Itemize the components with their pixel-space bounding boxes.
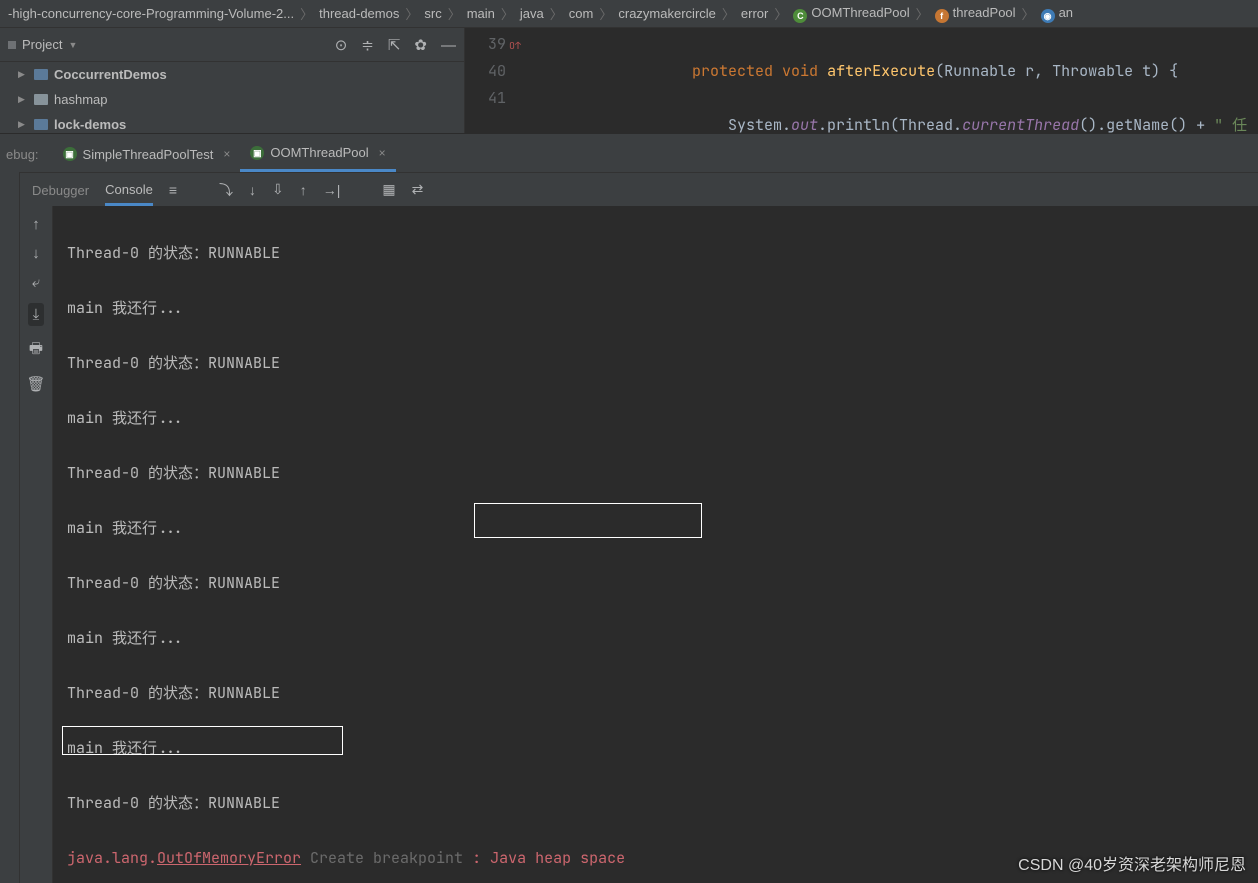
tab-label: OOMThreadPool xyxy=(270,145,368,160)
step-into-icon[interactable]: ↓ xyxy=(249,182,256,198)
chevron-right-icon: ▶ xyxy=(18,94,28,105)
breadcrumb-item[interactable]: error xyxy=(737,6,772,21)
chevron-right-icon: 〉 xyxy=(914,4,931,23)
breadcrumb-item[interactable]: main xyxy=(463,6,499,21)
soft-wrap-icon[interactable]: ⤶ xyxy=(32,274,40,291)
threads-icon[interactable]: ≡ xyxy=(169,182,177,198)
breadcrumb-item[interactable]: src xyxy=(420,6,445,21)
watermark: CSDN @40岁资深老架构师尼恩 xyxy=(1018,851,1246,875)
breadcrumb-bar: -high-concurrency-core-Programming-Volum… xyxy=(0,0,1258,28)
debug-config-tab[interactable]: ▣ SimpleThreadPoolTest × xyxy=(53,136,241,172)
step-over-icon[interactable]: ⤵ xyxy=(219,180,233,200)
tree-item-label: CoccurrentDemos xyxy=(54,67,167,82)
chevron-right-icon: 〉 xyxy=(772,4,789,23)
run-to-cursor-icon[interactable]: →| xyxy=(323,182,341,198)
chevron-right-icon: 〉 xyxy=(720,4,737,23)
step-out-icon[interactable]: ↑ xyxy=(300,182,307,198)
chevron-right-icon: 〉 xyxy=(403,4,420,23)
run-config-icon: ▣ xyxy=(250,146,264,160)
breadcrumb-field[interactable]: fthreadPool xyxy=(931,5,1020,23)
hide-icon[interactable]: — xyxy=(441,37,456,54)
tab-label: SimpleThreadPoolTest xyxy=(83,147,214,162)
tree-item[interactable]: ▶ CoccurrentDemos xyxy=(4,62,464,87)
chevron-right-icon: 〉 xyxy=(548,4,565,23)
debug-tool-window: ebug: ▣ SimpleThreadPoolTest × ▣ OOMThreadP… xyxy=(0,134,1258,883)
folder-icon xyxy=(34,94,48,105)
settings-icon[interactable]: ✿ xyxy=(414,36,427,54)
chevron-right-icon: 〉 xyxy=(298,4,315,23)
close-icon[interactable]: × xyxy=(375,146,386,160)
debug-title: ebug: xyxy=(0,147,53,162)
tree-item[interactable]: ▶ hashmap xyxy=(4,87,464,112)
console-tab[interactable]: Console xyxy=(105,174,153,206)
debug-subheader: Debugger Console ≡ ⤵ ↓ ⇩ ↑ →| ▦ ⇄ xyxy=(20,172,1258,206)
breadcrumb-item[interactable]: ◉an xyxy=(1037,5,1077,23)
project-label: Project xyxy=(22,37,62,52)
console-toolbar: ↑ ↓ ⤶ ⤓ 🖶 🗑 xyxy=(20,206,53,883)
field-icon: f xyxy=(935,9,949,23)
anon-icon: ◉ xyxy=(1041,9,1055,23)
chevron-down-icon: ▼ xyxy=(68,40,77,50)
create-breakpoint-hint[interactable]: Create breakpoint xyxy=(310,848,463,868)
down-icon[interactable]: ↓ xyxy=(32,245,40,262)
scroll-to-end-icon[interactable]: ⤓ xyxy=(28,303,45,326)
breadcrumb-class[interactable]: COOMThreadPool xyxy=(789,5,913,23)
print-icon[interactable]: 🖶 xyxy=(29,338,43,363)
debugger-tab[interactable]: Debugger xyxy=(32,175,89,204)
trace-icon[interactable]: ⇄ xyxy=(412,181,424,198)
class-icon: C xyxy=(793,9,807,23)
module-icon xyxy=(34,69,48,80)
chevron-right-icon: ▶ xyxy=(18,119,28,130)
project-tool-window: Project ▼ ⊙ ≑ ⇱ ✿ — ▶ CoccurrentDemos ▶ ha… xyxy=(0,28,465,133)
debug-config-tab[interactable]: ▣ OOMThreadPool × xyxy=(240,136,395,172)
breadcrumb-item[interactable]: thread-demos xyxy=(315,6,403,21)
override-icon[interactable]: O↑ xyxy=(509,32,521,59)
clear-icon[interactable]: 🗑 xyxy=(26,375,45,393)
chevron-right-icon: 〉 xyxy=(597,4,614,23)
module-icon xyxy=(34,119,48,130)
run-config-icon: ▣ xyxy=(63,147,77,161)
chevron-right-icon: 〉 xyxy=(446,4,463,23)
breadcrumb-item[interactable]: com xyxy=(565,6,598,21)
debug-left-stripe xyxy=(0,172,20,883)
debug-header: ebug: ▣ SimpleThreadPoolTest × ▣ OOMThreadP… xyxy=(0,136,1258,172)
up-icon[interactable]: ↑ xyxy=(32,216,40,233)
chevron-right-icon: 〉 xyxy=(1020,4,1037,23)
breadcrumb-item[interactable]: crazymakercircle xyxy=(614,6,720,21)
tree-item-label: hashmap xyxy=(54,92,107,107)
console-output[interactable]: Thread-0 的状态：RUNNABLE main 我还行... Thread… xyxy=(53,206,1258,883)
chevron-right-icon: ▶ xyxy=(18,69,28,80)
force-step-into-icon[interactable]: ⇩ xyxy=(272,181,284,198)
select-opened-file-icon[interactable]: ⊙ xyxy=(335,36,348,54)
evaluate-icon[interactable]: ▦ xyxy=(382,181,395,198)
project-dropdown[interactable]: Project ▼ xyxy=(0,28,87,61)
project-icon xyxy=(8,41,16,49)
expand-all-icon[interactable]: ≑ xyxy=(361,36,374,54)
tree-item-label: lock-demos xyxy=(54,117,126,132)
error-class-link[interactable]: OutOfMemoryError xyxy=(157,848,301,868)
close-icon[interactable]: × xyxy=(219,147,230,161)
chevron-right-icon: 〉 xyxy=(499,4,516,23)
breadcrumb-item[interactable]: -high-concurrency-core-Programming-Volum… xyxy=(4,6,298,21)
breadcrumb-item[interactable]: java xyxy=(516,6,548,21)
collapse-all-icon[interactable]: ⇱ xyxy=(388,36,401,54)
